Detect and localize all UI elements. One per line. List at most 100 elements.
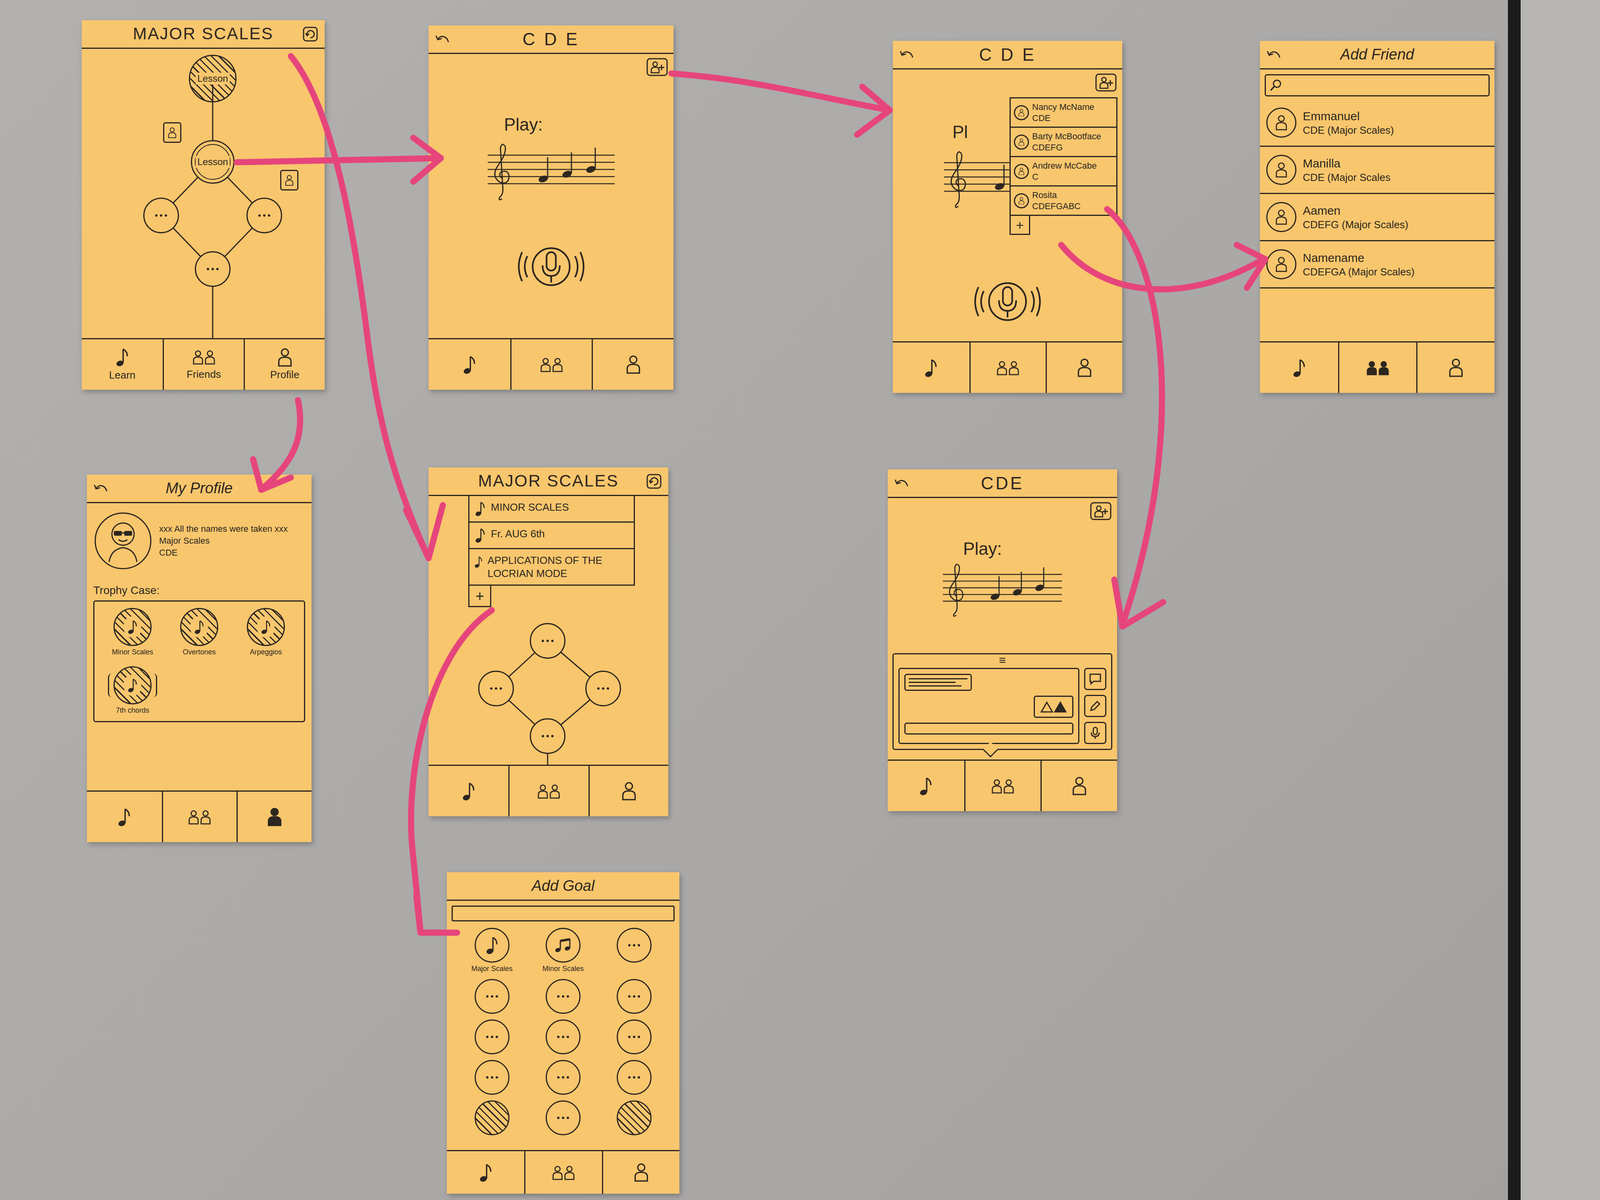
goal-item[interactable] xyxy=(598,978,670,1014)
voice-button[interactable] xyxy=(1084,721,1107,745)
trophy[interactable]: 7th chords xyxy=(100,666,165,716)
tab[interactable] xyxy=(892,342,970,393)
skill-node[interactable] xyxy=(478,670,514,707)
goal-item[interactable] xyxy=(527,1059,599,1095)
goal-item[interactable] xyxy=(456,1100,528,1136)
goal-item[interactable] xyxy=(598,1019,670,1055)
goal-item[interactable] xyxy=(598,1059,670,1095)
add-friend-icon[interactable] xyxy=(1095,73,1117,92)
tab[interactable] xyxy=(508,765,589,817)
skill-node[interactable] xyxy=(194,251,231,287)
tab[interactable]: Learn xyxy=(81,339,163,390)
tab[interactable]: Profile xyxy=(243,339,325,390)
friend-row[interactable]: RositaCDEFGABC xyxy=(1010,185,1117,215)
tab[interactable] xyxy=(588,765,669,817)
course-switch-icon[interactable] xyxy=(646,473,662,490)
goal-item[interactable]: Major Scales xyxy=(456,927,528,974)
record-button[interactable] xyxy=(511,238,591,295)
tab[interactable] xyxy=(601,1151,680,1194)
add-friend-button[interactable] xyxy=(646,57,668,77)
profile-picture-icon[interactable] xyxy=(93,511,153,571)
microphone-icon[interactable] xyxy=(511,238,591,295)
goal-row[interactable]: MINOR SCALES xyxy=(469,496,634,522)
add-friend-button[interactable] xyxy=(1095,73,1117,92)
tab[interactable] xyxy=(86,791,162,843)
reaction-box[interactable] xyxy=(1033,695,1074,718)
add-friend-plus[interactable]: + xyxy=(1009,215,1031,235)
person-row[interactable]: NamenameCDEFGA (Major Scales) xyxy=(1259,241,1495,289)
person-row[interactable]: EmmanuelCDE (Major Scales) xyxy=(1259,99,1495,147)
tab[interactable] xyxy=(510,339,593,390)
add-friend-icon[interactable] xyxy=(646,57,668,77)
tab[interactable] xyxy=(1040,760,1118,812)
goal-item[interactable] xyxy=(456,978,528,1014)
microphone-icon[interactable] xyxy=(967,273,1048,330)
tab[interactable]: Friends xyxy=(162,339,244,390)
card-content: Lesson Lesson xyxy=(81,48,325,339)
back-arrow-icon[interactable] xyxy=(434,33,451,46)
friend-row[interactable]: Nancy McNameCDE xyxy=(1010,98,1117,127)
tab[interactable] xyxy=(887,760,965,812)
friend-badge[interactable] xyxy=(280,169,299,191)
tab[interactable] xyxy=(1416,342,1495,393)
avatar xyxy=(1266,249,1297,280)
skill-node[interactable] xyxy=(246,197,283,234)
goal-item[interactable] xyxy=(456,1019,528,1055)
person-row[interactable]: ManillaCDE (Major Scales xyxy=(1259,146,1495,195)
person-text: AamenCDEFG (Major Scales) xyxy=(1302,203,1409,231)
friend-row[interactable]: Barty McBootfaceCDEFG xyxy=(1010,126,1117,156)
tab[interactable] xyxy=(236,791,312,843)
add-friend-button[interactable] xyxy=(1090,501,1112,521)
add-friend-icon[interactable] xyxy=(1090,501,1112,521)
chat-handle[interactable]: ≡ xyxy=(998,654,1006,667)
trophy-label: Minor Scales xyxy=(111,647,154,657)
trophy[interactable]: Minor Scales xyxy=(100,607,165,657)
goal-item[interactable] xyxy=(527,978,599,1014)
record-button[interactable] xyxy=(967,273,1048,330)
goal-search-field[interactable] xyxy=(451,905,675,922)
skill-node[interactable] xyxy=(529,623,566,659)
goal-row[interactable]: APPLICATIONS OF THE LOCRIAN MODE xyxy=(469,548,634,585)
tab[interactable] xyxy=(591,339,674,390)
back-arrow-icon[interactable] xyxy=(894,477,910,490)
goal-item[interactable] xyxy=(527,1100,599,1136)
sketch-card: MAJOR SCALESMINOR SCALESFr. AUG 6thAPPLI… xyxy=(428,467,669,817)
tab[interactable] xyxy=(446,1151,525,1194)
goal-item[interactable] xyxy=(527,1019,599,1055)
tab[interactable] xyxy=(1259,342,1339,393)
trophy-badge xyxy=(180,607,219,647)
back-arrow-icon[interactable] xyxy=(1266,48,1283,61)
goal-item[interactable] xyxy=(598,1100,670,1136)
goal-item[interactable]: Minor Scales xyxy=(527,927,599,974)
tab[interactable] xyxy=(969,342,1047,393)
lesson-node[interactable]: Lesson xyxy=(190,140,235,184)
tab[interactable] xyxy=(1045,342,1123,393)
tab[interactable] xyxy=(161,791,237,843)
search-field[interactable] xyxy=(1264,74,1490,97)
friend-row[interactable]: Andrew McCabeC xyxy=(1010,155,1117,186)
tab[interactable] xyxy=(1338,342,1417,393)
back-arrow-icon[interactable] xyxy=(93,482,110,495)
tab[interactable] xyxy=(428,339,511,390)
trophy[interactable]: Overtones xyxy=(167,607,231,657)
tab[interactable] xyxy=(524,1151,602,1194)
person-row[interactable]: AamenCDEFG (Major Scales) xyxy=(1259,194,1495,242)
trophy[interactable]: Arpeggios xyxy=(234,607,298,657)
comment-button[interactable] xyxy=(1084,667,1107,691)
skill-node[interactable] xyxy=(143,197,179,234)
lesson-node[interactable]: Lesson xyxy=(188,54,237,103)
tab[interactable] xyxy=(428,765,509,817)
header-left xyxy=(1264,48,1284,61)
back-arrow-icon[interactable] xyxy=(899,48,916,61)
draw-button[interactable] xyxy=(1084,694,1107,718)
skill-node[interactable] xyxy=(585,670,622,707)
goal-item[interactable] xyxy=(456,1059,528,1095)
chat-input[interactable] xyxy=(904,722,1074,735)
skill-node[interactable] xyxy=(529,718,566,754)
goal-item[interactable] xyxy=(598,927,670,974)
friend-badge[interactable] xyxy=(163,122,182,143)
add-goal-plus[interactable]: + xyxy=(468,585,492,608)
tab[interactable] xyxy=(964,760,1041,812)
goal-row[interactable]: Fr. AUG 6th xyxy=(469,521,634,549)
course-switch-icon[interactable] xyxy=(302,26,319,43)
